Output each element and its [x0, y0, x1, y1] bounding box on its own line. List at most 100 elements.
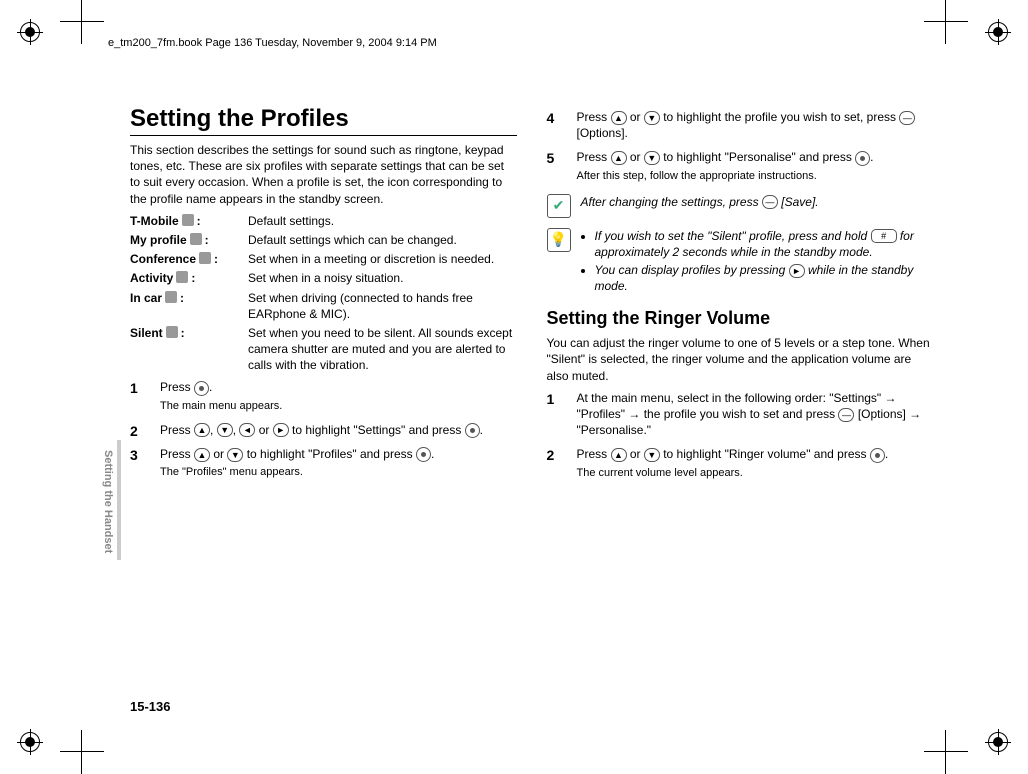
- key-center-icon: [465, 423, 480, 438]
- key-up-icon: ▲: [611, 151, 627, 165]
- step-text: or: [627, 110, 644, 124]
- key-up-icon: ▲: [611, 111, 627, 125]
- profile-icon: [199, 252, 211, 264]
- step-item: Press ▲, ▼, ◄ or ► to highlight "Setting…: [130, 422, 517, 438]
- profile-desc: Default settings which can be changed.: [248, 232, 517, 248]
- key-center-icon: [194, 381, 209, 396]
- registration-mark: [988, 732, 1008, 752]
- profile-row: T-Mobile: Default settings.: [130, 213, 517, 229]
- step-item: Press ▲ or ▼ to highlight the profile yo…: [547, 109, 934, 141]
- step-subtext: After this step, follow the appropriate …: [577, 169, 934, 184]
- profile-row: In car: Set when driving (connected to h…: [130, 290, 517, 322]
- bulb-icon: 💡: [547, 228, 571, 252]
- step-text: or: [255, 423, 272, 437]
- step-text: .: [870, 150, 873, 164]
- registration-mark: [20, 732, 40, 752]
- key-up-icon: ▲: [194, 448, 210, 462]
- key-down-icon: ▼: [644, 111, 660, 125]
- key-down-icon: ▼: [644, 448, 660, 462]
- note-text: If you wish to set the "Silent" profile,…: [581, 228, 934, 297]
- key-softkey-icon: —: [838, 408, 854, 422]
- key-up-icon: ▲: [194, 423, 210, 437]
- column-left: Setting the Profiles This section descri…: [130, 105, 517, 684]
- profile-desc: Set when you need to be silent. All soun…: [248, 325, 517, 374]
- profile-row: Silent: Set when you need to be silent. …: [130, 325, 517, 374]
- profile-desc: Default settings.: [248, 213, 517, 229]
- profile-row: Conference: Set when in a meeting or dis…: [130, 251, 517, 267]
- crop-mark: [924, 730, 968, 774]
- step-item: Press ▲ or ▼ to highlight "Profiles" and…: [130, 446, 517, 480]
- key-center-icon: [416, 447, 431, 462]
- profile-row: My profile: Default settings which can b…: [130, 232, 517, 248]
- key-right-icon: ►: [789, 264, 805, 278]
- step-text: .: [209, 380, 212, 394]
- step-subtext: The current volume level appears.: [577, 466, 934, 481]
- step-text: .: [885, 447, 888, 461]
- key-softkey-icon: —: [762, 195, 778, 209]
- key-center-icon: [870, 448, 885, 463]
- profile-desc: Set when in a noisy situation.: [248, 270, 517, 286]
- note-bullet: You can display profiles by pressing ► w…: [595, 262, 934, 294]
- profile-name: Silent: [130, 325, 163, 341]
- section-title: Setting the Profiles: [130, 105, 517, 136]
- page-number: 15-136: [130, 699, 170, 714]
- registration-mark: [20, 22, 40, 42]
- step-item: Press ▲ or ▼ to highlight "Personalise" …: [547, 149, 934, 183]
- step-text: ,: [210, 423, 217, 437]
- note-bullet: If you wish to set the "Silent" profile,…: [595, 228, 934, 260]
- step-text: to highlight "Settings" and press: [289, 423, 465, 437]
- step-text: ,: [233, 423, 240, 437]
- step-text: Press: [160, 447, 194, 461]
- page-header: e_tm200_7fm.book Page 136 Tuesday, Novem…: [108, 37, 437, 49]
- profile-icon: [165, 291, 177, 303]
- page-content: Setting the Profiles This section descri…: [130, 105, 933, 684]
- step-text: Press: [577, 447, 611, 461]
- note-fragment: [Save].: [778, 195, 819, 209]
- profile-list: T-Mobile: Default settings. My profile: …: [130, 213, 517, 374]
- step-text: [Options].: [577, 126, 628, 140]
- profile-name: Conference: [130, 251, 196, 267]
- note-check: ✔ After changing the settings, press — […: [547, 194, 934, 218]
- step-text: Press: [160, 423, 194, 437]
- intro-text: This section describes the settings for …: [130, 142, 517, 207]
- step-text: to highlight "Ringer volume" and press: [660, 447, 870, 461]
- key-left-icon: ◄: [239, 423, 255, 437]
- subsection-title: Setting the Ringer Volume: [547, 308, 934, 329]
- step-text: or: [627, 150, 644, 164]
- side-tab-bar: [117, 440, 121, 560]
- step-text: Press: [577, 150, 611, 164]
- profile-icon: [176, 271, 188, 283]
- profile-name: Activity: [130, 270, 173, 286]
- profile-row: Activity: Set when in a noisy situation.: [130, 270, 517, 286]
- step-text: to highlight "Personalise" and press: [660, 150, 855, 164]
- step-text: .: [431, 447, 434, 461]
- step-item: Press ▲ or ▼ to highlight "Ringer volume…: [547, 446, 934, 480]
- profile-icon: [190, 233, 202, 245]
- key-down-icon: ▼: [227, 448, 243, 462]
- check-icon: ✔: [547, 194, 571, 218]
- profile-icon: [182, 214, 194, 226]
- crop-mark: [60, 730, 104, 774]
- crop-mark: [924, 0, 968, 44]
- profile-name: My profile: [130, 232, 187, 248]
- step-list: At the main menu, select in the followin…: [547, 390, 934, 481]
- note-tip: 💡 If you wish to set the "Silent" profil…: [547, 228, 934, 297]
- key-right-icon: ►: [273, 423, 289, 437]
- note-text: After changing the settings, press — [Sa…: [581, 194, 934, 210]
- step-subtext: The "Profiles" menu appears.: [160, 465, 517, 480]
- note-fragment: You can display profiles by pressing: [595, 263, 789, 277]
- step-subtext: The main menu appears.: [160, 399, 517, 414]
- step-text: Press: [577, 110, 611, 124]
- profile-desc: Set when driving (connected to hands fre…: [248, 290, 517, 322]
- step-item: At the main menu, select in the followin…: [547, 390, 934, 439]
- step-text: to highlight "Profiles" and press: [243, 447, 416, 461]
- step-item: Press . The main menu appears.: [130, 379, 517, 413]
- subsection-intro: You can adjust the ringer volume to one …: [547, 335, 934, 384]
- column-right: Press ▲ or ▼ to highlight the profile yo…: [547, 105, 934, 684]
- key-down-icon: ▼: [217, 423, 233, 437]
- profile-desc: Set when in a meeting or discretion is n…: [248, 251, 517, 267]
- profile-icon: [166, 326, 178, 338]
- step-text: to highlight the profile you wish to set…: [660, 110, 899, 124]
- step-text: or: [627, 447, 644, 461]
- note-fragment: After changing the settings, press: [581, 195, 762, 209]
